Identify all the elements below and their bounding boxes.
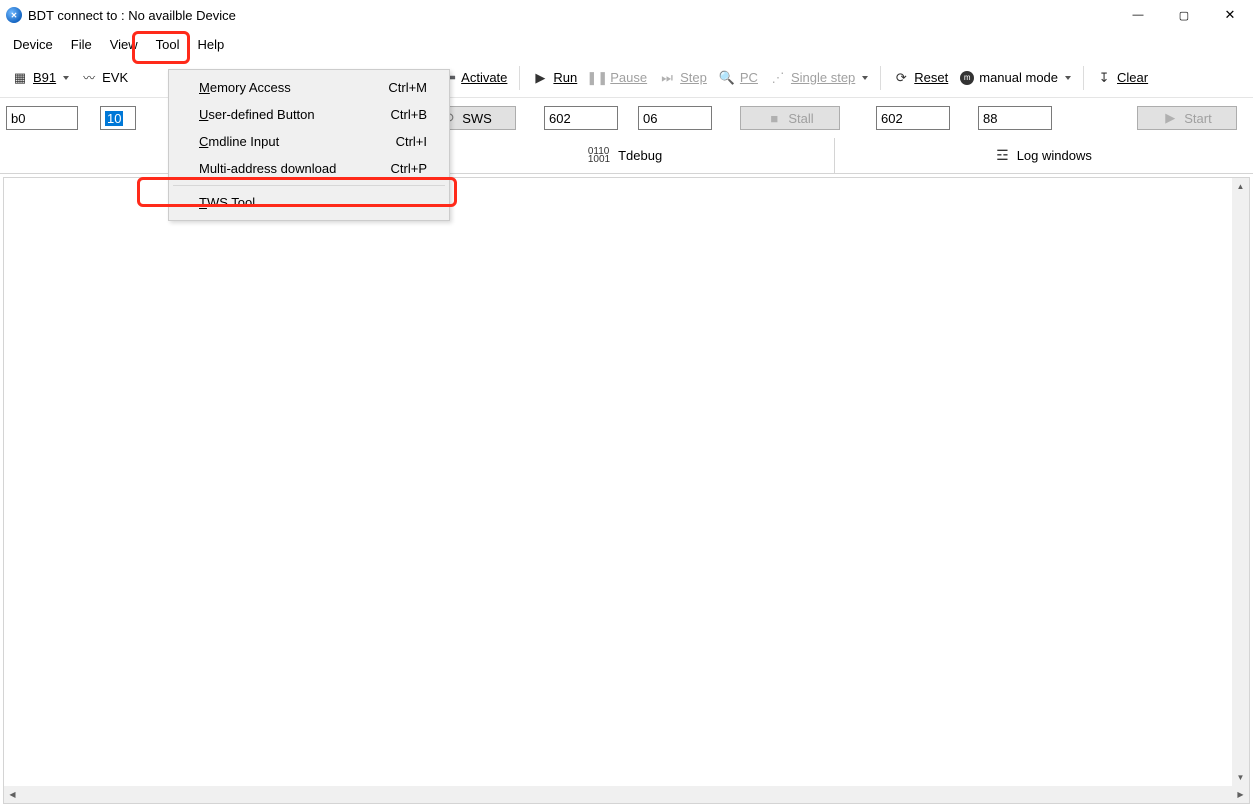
stall-label: Stall (788, 111, 813, 126)
output-canvas: ▲ ▼ ◀ ▶ (3, 177, 1250, 804)
scroll-right-icon[interactable]: ▶ (1232, 786, 1249, 803)
menu-memory-access[interactable]: Memory Access Ctrl+M (171, 74, 447, 101)
menu-device[interactable]: Device (4, 33, 62, 56)
play-icon: ▶ (532, 70, 548, 86)
menu-user-defined-button[interactable]: User-defined Button Ctrl+B (171, 101, 447, 128)
scroll-left-icon[interactable]: ◀ (4, 786, 21, 803)
chevron-down-icon (63, 76, 69, 80)
shortcut-text: Ctrl+I (396, 134, 427, 149)
tdebug-label: Tdebug (618, 148, 662, 163)
separator (519, 66, 520, 90)
manual-mode-label: manual mode (979, 70, 1058, 85)
broom-icon: ↧ (1096, 70, 1112, 86)
mode-icon: m (960, 71, 974, 85)
vertical-scrollbar[interactable]: ▲ ▼ (1232, 178, 1249, 786)
menu-bar: Device File View Tool Help (0, 30, 1253, 58)
horizontal-scrollbar[interactable]: ◀ ▶ (4, 786, 1249, 803)
reset-icon: ⟳ (893, 70, 909, 86)
addr-input-1[interactable] (6, 106, 78, 130)
evk-label: EVK (102, 70, 128, 85)
clear-label: Clear (1117, 70, 1148, 85)
maximize-button[interactable]: ▢ (1161, 0, 1207, 30)
field-c[interactable] (876, 106, 950, 130)
minimize-button[interactable]: — (1115, 0, 1161, 30)
single-step-label: Single step (791, 70, 855, 85)
single-step-button[interactable]: ⋰ Single step (764, 67, 874, 89)
tab-log-windows[interactable]: ☲ Log windows (835, 138, 1253, 173)
chevron-down-icon (862, 76, 868, 80)
scroll-up-icon[interactable]: ▲ (1232, 178, 1249, 195)
pc-button[interactable]: 🔍 PC (713, 67, 764, 89)
chip-label: B91 (33, 70, 56, 85)
stop-icon: ■ (766, 110, 782, 126)
pause-label: Pause (610, 70, 647, 85)
menu-separator (173, 185, 445, 186)
start-label: Start (1184, 111, 1211, 126)
pc-label: PC (740, 70, 758, 85)
window-controls: — ▢ ✕ (1115, 0, 1253, 30)
start-button[interactable]: ▶ Start (1137, 106, 1237, 130)
pause-icon: ❚❚ (589, 70, 605, 86)
stall-button[interactable]: ■ Stall (740, 106, 840, 130)
menu-tool[interactable]: Tool (147, 33, 189, 56)
footsteps-icon: ⋰ (770, 70, 786, 86)
app-icon (6, 7, 22, 23)
activate-label: Activate (461, 70, 507, 85)
sws-label: SWS (462, 111, 492, 126)
step-icon: ⏭ (659, 70, 675, 86)
shortcut-text: Ctrl+M (388, 80, 427, 95)
close-button[interactable]: ✕ (1207, 0, 1253, 30)
separator (1083, 66, 1084, 90)
chevron-down-icon (1065, 76, 1071, 80)
tab-tdebug[interactable]: 01101001 Tdebug (416, 138, 835, 173)
menu-view[interactable]: View (101, 33, 147, 56)
menu-tws-tool[interactable]: TWS Tool (171, 189, 447, 216)
field-a[interactable] (544, 106, 618, 130)
separator (880, 66, 881, 90)
chip-selector[interactable]: ▦ B91 (6, 67, 75, 89)
chip-icon: ▦ (12, 70, 28, 86)
content-area: ▲ ▼ ◀ ▶ (2, 176, 1251, 805)
menu-multi-address-download[interactable]: Multi-address download Ctrl+P (171, 155, 447, 182)
play-icon: ▶ (1162, 110, 1178, 126)
shortcut-text: Ctrl+B (391, 107, 427, 122)
app-window: BDT connect to : No availble Device — ▢ … (0, 0, 1253, 807)
tool-menu-dropdown: Memory Access Ctrl+M User-defined Button… (168, 69, 450, 221)
scroll-h-track[interactable] (21, 786, 1232, 803)
menu-file[interactable]: File (62, 33, 101, 56)
step-button[interactable]: ⏭ Step (653, 67, 713, 89)
clear-button[interactable]: ↧ Clear (1090, 67, 1154, 89)
step-label: Step (680, 70, 707, 85)
evk-selector[interactable]: 〰 EVK (75, 67, 134, 89)
field-b[interactable] (638, 106, 712, 130)
menu-cmdline-input[interactable]: Cmdline Input Ctrl+I (171, 128, 447, 155)
wave-icon: 〰 (81, 70, 97, 86)
scroll-v-track[interactable] (1232, 195, 1249, 769)
reset-button[interactable]: ⟳ Reset (887, 67, 954, 89)
list-icon: ☲ (996, 147, 1009, 164)
manual-mode-button[interactable]: m manual mode (954, 67, 1077, 88)
window-title: BDT connect to : No availble Device (28, 8, 236, 23)
reset-label: Reset (914, 70, 948, 85)
menu-help[interactable]: Help (189, 33, 234, 56)
shortcut-text: Ctrl+P (391, 161, 427, 176)
field-d[interactable] (978, 106, 1052, 130)
pause-button[interactable]: ❚❚ Pause (583, 67, 653, 89)
binary-icon: 01101001 (588, 148, 610, 164)
run-label: Run (553, 70, 577, 85)
scroll-down-icon[interactable]: ▼ (1232, 769, 1249, 786)
title-bar: BDT connect to : No availble Device — ▢ … (0, 0, 1253, 30)
search-icon: 🔍 (719, 70, 735, 86)
log-windows-label: Log windows (1017, 148, 1092, 163)
run-button[interactable]: ▶ Run (526, 67, 583, 89)
addr-input-2[interactable]: 10 (100, 106, 136, 130)
